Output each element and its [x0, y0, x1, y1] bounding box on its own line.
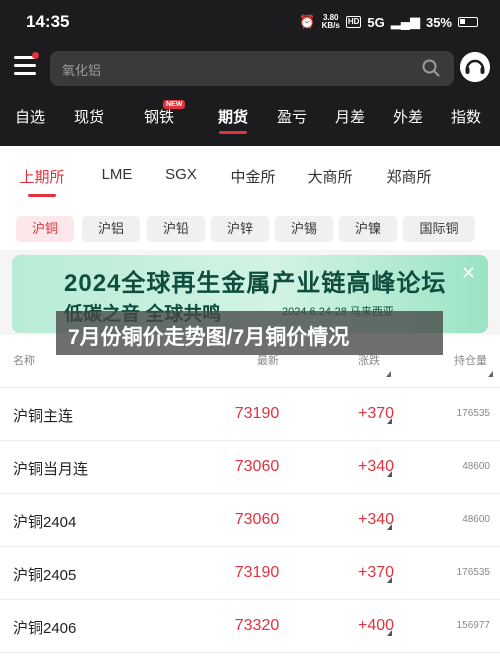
- battery-level: 35%: [425, 14, 452, 30]
- nav-item-foreign-spread[interactable]: 外差: [393, 106, 423, 127]
- status-time: 14:35: [26, 12, 70, 31]
- sort-icon: [386, 371, 391, 377]
- row-open-interest: 176535: [456, 567, 490, 578]
- table-row[interactable]: 沪铜2405 73190 +370 176535: [0, 547, 500, 599]
- table-row[interactable]: 沪铜2404 73060 +340 48600: [0, 494, 500, 546]
- nav-item-pnl[interactable]: 盈亏: [277, 106, 307, 127]
- tab-cffex[interactable]: 中金所: [230, 166, 275, 187]
- search-icon[interactable]: [422, 59, 440, 77]
- network-type: 5G: [367, 14, 385, 30]
- tab-dce[interactable]: 大商所: [307, 166, 352, 187]
- overlay-caption-text: 7月份铜价走势图/7月铜价情况: [68, 326, 350, 349]
- row-name: 沪铜2406: [13, 620, 77, 637]
- row-flag-icon: [387, 418, 392, 424]
- nav-item-futures[interactable]: 期货: [218, 106, 248, 127]
- chip-tin[interactable]: 沪锡: [275, 216, 333, 242]
- network-speed: 3.80 KB/s: [322, 14, 340, 30]
- search-placeholder: 氧化铝: [62, 63, 102, 78]
- row-price: 73190: [234, 564, 280, 581]
- exchange-tabs: 上期所 LME SGX 中金所 大商所 郑商所: [0, 146, 500, 202]
- row-open-interest: 176535: [456, 408, 490, 419]
- nav-item-index[interactable]: 指数: [451, 106, 481, 127]
- nav-item-watchlist[interactable]: 自选: [15, 106, 45, 127]
- speed-unit: KB/s: [321, 21, 340, 30]
- notification-dot: [32, 52, 39, 59]
- battery-icon: [458, 17, 478, 27]
- chip-aluminum[interactable]: 沪铝: [82, 216, 140, 242]
- search-input[interactable]: 氧化铝: [50, 51, 454, 86]
- exchange-active-indicator: [28, 194, 56, 197]
- row-price: 73320: [234, 617, 280, 634]
- metal-chips: 沪铜 沪铝 沪铅 沪锌 沪锡 沪镍 国际铜: [0, 202, 500, 250]
- row-price: 73060: [234, 458, 280, 475]
- row-flag-icon: [387, 630, 392, 636]
- row-flag-icon: [387, 471, 392, 477]
- sort-icon: [488, 371, 493, 377]
- top-header: 14:35 ⏰ 3.80 KB/s HD 5G ▂▄▆ 35% 氧化铝 自选 现…: [0, 0, 500, 146]
- row-name: 沪铜主连: [13, 408, 74, 425]
- chip-intl-copper[interactable]: 国际铜: [403, 216, 475, 242]
- row-name: 沪铜2404: [13, 514, 77, 531]
- main-nav: 自选 现货 钢铁 期货 盈亏 月差 外差 指数: [0, 100, 500, 134]
- row-name: 沪铜当月连: [13, 461, 89, 478]
- table-row[interactable]: 沪铜主连 73190 +370 176535: [0, 388, 500, 440]
- table-row[interactable]: 沪铜当月连 73060 +340 48600: [0, 441, 500, 493]
- row-name: 沪铜2405: [13, 567, 77, 584]
- row-price: 73060: [234, 511, 280, 528]
- chip-lead[interactable]: 沪铅: [147, 216, 205, 242]
- divider: [0, 652, 500, 653]
- status-indicators: ⏰ 3.80 KB/s HD 5G ▂▄▆ 35%: [299, 14, 478, 30]
- quote-table: 名称 最新 涨跌 持仓量 沪铜主连 73190 +370 176535 沪铜当月…: [0, 335, 500, 666]
- row-open-interest: 156977: [456, 620, 490, 631]
- tab-lme[interactable]: LME: [102, 166, 133, 183]
- alarm-icon: ⏰: [299, 14, 316, 29]
- nav-active-indicator: [219, 131, 247, 134]
- status-bar: 14:35 ⏰ 3.80 KB/s HD 5G ▂▄▆ 35%: [0, 0, 500, 44]
- menu-icon[interactable]: [14, 56, 36, 76]
- nav-item-month-spread[interactable]: 月差: [335, 106, 365, 127]
- row-flag-icon: [387, 524, 392, 530]
- tab-czce[interactable]: 郑商所: [386, 166, 431, 187]
- signal-icon: ▂▄▆: [390, 14, 420, 29]
- column-name: 名称: [13, 355, 35, 367]
- row-open-interest: 48600: [462, 514, 490, 525]
- row-open-interest: 48600: [462, 461, 490, 472]
- row-price: 73190: [234, 405, 280, 422]
- tab-sgx[interactable]: SGX: [165, 166, 197, 183]
- overlay-caption: 7月份铜价走势图/7月铜价情况: [56, 311, 443, 355]
- tab-shfe[interactable]: 上期所: [19, 166, 64, 187]
- banner-title: 2024全球再生金属产业链高峰论坛: [64, 270, 447, 297]
- row-flag-icon: [387, 577, 392, 583]
- column-open-interest[interactable]: 持仓量: [454, 352, 487, 368]
- chip-nickel[interactable]: 沪镍: [339, 216, 397, 242]
- customer-service-icon[interactable]: [460, 52, 490, 82]
- chip-copper[interactable]: 沪铜: [16, 216, 74, 242]
- nav-item-steel[interactable]: 钢铁: [144, 106, 174, 127]
- chip-zinc[interactable]: 沪锌: [211, 216, 269, 242]
- hd-badge: HD: [345, 16, 362, 28]
- table-row[interactable]: 沪铜2406 73320 +400 156977: [0, 600, 500, 652]
- new-badge: NEW: [163, 100, 186, 109]
- close-icon[interactable]: ✕: [461, 263, 476, 284]
- nav-item-spot[interactable]: 现货: [74, 106, 104, 127]
